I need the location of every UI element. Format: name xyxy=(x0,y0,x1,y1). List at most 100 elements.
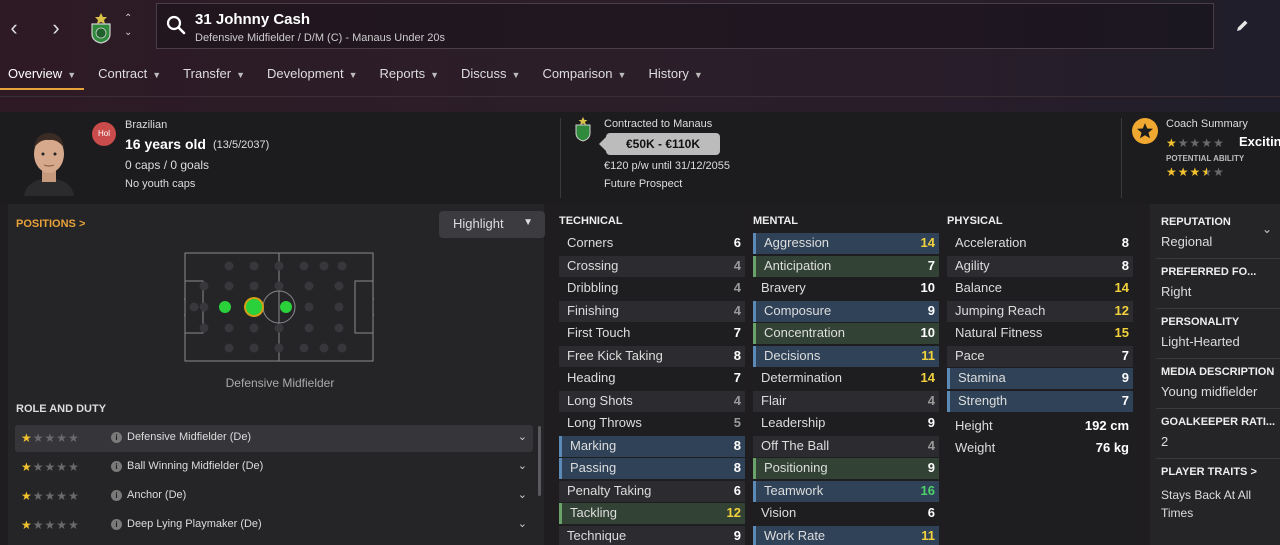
attribute-value: 4 xyxy=(733,280,741,295)
attribute-value: 4 xyxy=(927,437,935,453)
role-row[interactable]: ★★★★★ i Defensive Midfielder (De) ⌄ xyxy=(15,425,533,452)
header-bar: ‹ › ⌃ ⌄ 31 Johnny Cash Defensive Midfield… xyxy=(0,0,1280,112)
highlight-dropdown[interactable]: Highlight ▼ xyxy=(439,211,545,238)
attribute-row-penalty-taking[interactable]: Penalty Taking 6 xyxy=(559,480,745,502)
search-icon[interactable] xyxy=(165,14,187,36)
attribute-row-acceleration[interactable]: Acceleration 8 xyxy=(947,233,1133,254)
attribute-row-balance[interactable]: Balance 14 xyxy=(947,278,1133,299)
natural-position-caption: Defensive Midfielder xyxy=(225,376,335,390)
attribute-row-long-throws[interactable]: Long Throws 5 xyxy=(559,413,745,434)
attribute-row-agility[interactable]: Agility 8 xyxy=(947,255,1133,277)
date-of-birth: (13/5/2037) xyxy=(213,139,270,151)
attribute-row-vision[interactable]: Vision 6 xyxy=(753,503,939,524)
attribute-row-composure[interactable]: Composure 9 xyxy=(753,300,939,322)
attribute-row-free-kick-taking[interactable]: Free Kick Taking 8 xyxy=(559,345,745,367)
role-row[interactable]: ★★★★★ i Anchor (De) ⌄ xyxy=(15,483,533,510)
attribute-row-bravery[interactable]: Bravery 10 xyxy=(753,278,939,299)
player-face-avatar[interactable] xyxy=(18,126,80,196)
position-pitch[interactable] xyxy=(184,252,374,362)
attribute-row-natural-fitness[interactable]: Natural Fitness 15 xyxy=(947,323,1133,344)
attribute-row-decisions[interactable]: Decisions 11 xyxy=(753,345,939,367)
preferred-foot-label: PREFERRED FO... xyxy=(1161,266,1257,278)
role-duty-heading: ROLE AND DUTY xyxy=(16,403,107,415)
star-icon: ★ xyxy=(44,489,57,503)
club-crest-icon[interactable] xyxy=(88,12,114,44)
attribute-row-marking[interactable]: Marking 8 xyxy=(559,435,745,457)
tab-discuss[interactable]: Discuss ▼ xyxy=(453,60,528,90)
half-star-icon: ★ xyxy=(1201,165,1214,179)
forward-arrow-icon[interactable]: › xyxy=(42,14,70,42)
attribute-row-work-rate[interactable]: Work Rate 11 xyxy=(753,525,939,545)
attribute-row-jumping-reach[interactable]: Jumping Reach 12 xyxy=(947,300,1133,322)
positions-link[interactable]: POSITIONS > xyxy=(16,218,85,230)
tab-label: Overview xyxy=(8,66,63,81)
attribute-row-concentration[interactable]: Concentration 10 xyxy=(753,323,939,344)
attribute-row-positioning[interactable]: Positioning 9 xyxy=(753,458,939,479)
chevron-down-icon[interactable]: ⌄ xyxy=(518,517,527,530)
hol-badge[interactable]: Hol xyxy=(92,122,116,146)
tab-reports[interactable]: Reports ▼ xyxy=(372,60,447,90)
attribute-row-dribbling[interactable]: Dribbling 4 xyxy=(559,278,745,299)
attribute-name: Dribbling xyxy=(567,280,619,295)
player-traits-link[interactable]: PLAYER TRAITS > xyxy=(1161,466,1257,478)
tab-history[interactable]: History ▼ xyxy=(640,60,710,90)
attribute-row-long-shots[interactable]: Long Shots 4 xyxy=(559,390,745,412)
nationality: Brazilian xyxy=(125,119,168,131)
header-divider xyxy=(0,96,1280,97)
attribute-value: 11 xyxy=(921,347,935,363)
attribute-row-first-touch[interactable]: First Touch 7 xyxy=(559,323,745,344)
attribute-row-determination[interactable]: Determination 14 xyxy=(753,368,939,389)
player-switch-icon[interactable]: ⌃ ⌄ xyxy=(124,12,132,40)
attribute-row-tackling[interactable]: Tackling 12 xyxy=(559,503,745,524)
transfer-value-badge[interactable]: €50K - €110K xyxy=(599,133,720,155)
tab-label: Reports xyxy=(379,66,426,81)
attribute-row-heading[interactable]: Heading 7 xyxy=(559,368,745,389)
attribute-row-strength[interactable]: Strength 7 xyxy=(947,390,1133,412)
star-icon: ★ xyxy=(56,431,69,445)
attribute-value: 7 xyxy=(733,325,741,340)
attribute-row-teamwork[interactable]: Teamwork 16 xyxy=(753,480,939,502)
weight-row: Weight 76 kg xyxy=(947,438,1133,459)
attribute-row-stamina[interactable]: Stamina 9 xyxy=(947,368,1133,389)
attribute-row-crossing[interactable]: Crossing 4 xyxy=(559,255,745,277)
tab-transfer[interactable]: Transfer ▼ xyxy=(175,60,253,90)
info-icon[interactable]: i xyxy=(111,432,122,443)
media-description-value: Young midfielder xyxy=(1161,384,1258,399)
tab-development[interactable]: Development ▼ xyxy=(259,60,366,90)
back-arrow-icon[interactable]: ‹ xyxy=(0,14,28,42)
attribute-name: Strength xyxy=(958,392,1008,408)
chevron-down-icon[interactable]: ⌄ xyxy=(518,459,527,472)
attribute-row-pace[interactable]: Pace 7 xyxy=(947,345,1133,367)
edit-pencil-icon[interactable] xyxy=(1234,18,1250,34)
info-icon[interactable]: i xyxy=(111,519,122,530)
role-name: Ball Winning Midfielder (De) xyxy=(127,460,264,472)
attribute-row-anticipation[interactable]: Anticipation 7 xyxy=(753,255,939,277)
attribute-row-technique[interactable]: Technique 9 xyxy=(559,525,745,545)
attribute-row-passing[interactable]: Passing 8 xyxy=(559,458,745,479)
chevron-down-icon[interactable]: ⌄ xyxy=(1262,222,1272,236)
attribute-row-corners[interactable]: Corners 6 xyxy=(559,233,745,254)
player-title-box[interactable]: 31 Johnny Cash Defensive Midfielder / D/… xyxy=(156,3,1214,49)
tab-comparison[interactable]: Comparison ▼ xyxy=(534,60,634,90)
tab-overview[interactable]: Overview ▼ xyxy=(0,60,85,90)
club-crest-icon xyxy=(575,117,591,142)
attribute-row-leadership[interactable]: Leadership 9 xyxy=(753,413,939,434)
attribute-row-flair[interactable]: Flair 4 xyxy=(753,390,939,412)
attribute-value: 14 xyxy=(1114,280,1129,295)
height-value: 192 cm xyxy=(1084,418,1129,433)
wage-info: €120 p/w until 31/12/2055 xyxy=(604,160,730,172)
info-icon[interactable]: i xyxy=(111,461,122,472)
attribute-row-aggression[interactable]: Aggression 14 xyxy=(753,233,939,254)
info-icon[interactable]: i xyxy=(111,490,122,501)
role-row[interactable]: ★★★★★ i Ball Winning Midfielder (De) ⌄ xyxy=(15,454,533,481)
role-row[interactable]: ★★★★★ i Deep Lying Playmaker (De) ⌄ xyxy=(15,512,533,539)
chevron-down-icon[interactable]: ⌄ xyxy=(518,430,527,443)
divider xyxy=(1156,458,1280,459)
attribute-row-finishing[interactable]: Finishing 4 xyxy=(559,300,745,322)
attribute-name: Composure xyxy=(764,302,832,318)
attribute-row-off-the-ball[interactable]: Off The Ball 4 xyxy=(753,435,939,457)
attribute-value: 10 xyxy=(920,280,935,295)
tab-contract[interactable]: Contract ▼ xyxy=(90,60,169,90)
roles-scrollbar[interactable] xyxy=(538,426,541,496)
chevron-down-icon[interactable]: ⌄ xyxy=(518,488,527,501)
